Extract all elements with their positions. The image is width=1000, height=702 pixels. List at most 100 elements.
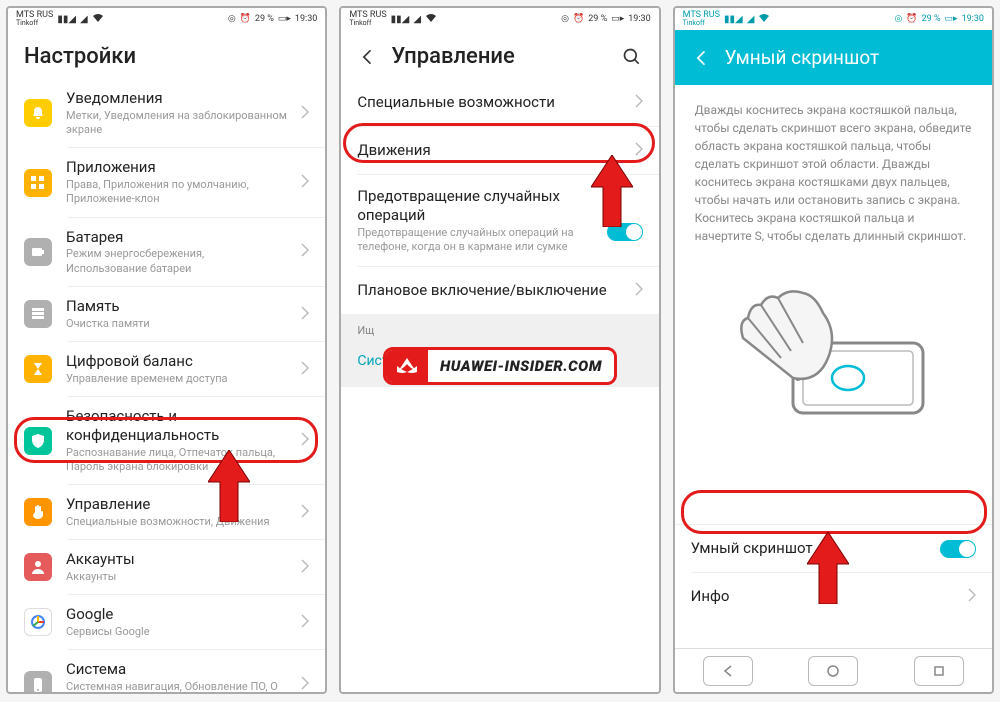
back-icon[interactable] (357, 46, 379, 68)
watermark: HUAWEI-INSIDER.COM (383, 347, 617, 385)
item-title: Батарея (66, 228, 287, 247)
settings-item-hand[interactable]: Управление Специальные возможности, Движ… (8, 485, 325, 539)
nfc-icon: ◎ (228, 14, 236, 24)
back-icon[interactable] (691, 47, 713, 69)
search-icon[interactable] (621, 46, 643, 68)
settings-item-battery[interactable]: Батарея Режим энергосбережения, Использо… (8, 218, 325, 286)
chevron-right-icon (968, 587, 976, 606)
item-sub: Распознавание лица, Отпечаток пальца, Па… (66, 446, 287, 475)
settings-item-storage[interactable]: Память Очистка памяти (8, 287, 325, 341)
signal-icon-2: ◢ (747, 14, 755, 25)
nav-home-button[interactable] (808, 656, 858, 686)
control-list[interactable]: Специальные возможности Движения Предотв… (341, 79, 658, 692)
battery-pct: 29 % (922, 14, 941, 24)
more-label: Ищ (341, 314, 658, 341)
description-text: Дважды коснитесь экрана костяшкой пальца… (675, 85, 992, 261)
item-title: Движения (357, 141, 620, 160)
android-nav-bar (675, 648, 992, 692)
item-title: Плановое включение/выключение (357, 281, 620, 300)
grid-icon (24, 169, 52, 197)
alarm-icon: ⏰ (906, 14, 917, 24)
watermark-text: HUAWEI-INSIDER.COM (428, 357, 614, 375)
hand-icon (24, 498, 52, 526)
wifi-icon (425, 13, 437, 26)
signal-icon: ▮▮◢ (57, 14, 76, 25)
item-title: Уведомления (66, 89, 287, 108)
item-sub: Режим энергосбережения, Использование ба… (66, 247, 287, 276)
settings-item-shield[interactable]: Безопасность и конфиденциальность Распоз… (8, 397, 325, 484)
huawei-logo-icon (386, 350, 428, 382)
settings-item-user[interactable]: Аккаунты Аккаунты (8, 540, 325, 594)
item-title: Память (66, 297, 287, 316)
battery-icon (24, 238, 52, 266)
clock: 19:30 (962, 14, 984, 24)
item-sub: Системная навигация, Обновление ПО, О те… (66, 680, 287, 692)
header: Умный скриншот (675, 30, 992, 85)
shield-icon (24, 427, 52, 455)
item-sub: Аккаунты (66, 570, 287, 584)
settings-item-google[interactable]: Google Сервисы Google (8, 595, 325, 649)
item-info[interactable]: Инфо (675, 573, 992, 620)
item-title: Безопасность и конфиденциальность (66, 407, 287, 445)
chevron-right-icon (301, 431, 309, 450)
info-label: Инфо (691, 587, 954, 606)
chevron-right-icon (635, 281, 643, 300)
settings-item-phone[interactable]: Система Системная навигация, Обновление … (8, 650, 325, 692)
chevron-right-icon (301, 558, 309, 577)
page-title: Настройки (24, 44, 309, 69)
phone-icon (24, 671, 52, 692)
signal-icon-2: ◢ (413, 14, 421, 25)
alarm-icon: ⏰ (240, 14, 251, 24)
phone-smart-screenshot: MTS RUSTinkoff ▮▮◢ ◢ ◎ ⏰ 29 % ▭▸ 19:30 У… (673, 6, 994, 694)
phone-settings: MTS RUSTinkoff ▮▮◢ ◢ ◎ ⏰ 29 % ▭▸ 19:30 Н… (6, 6, 327, 694)
chevron-right-icon (301, 360, 309, 379)
item-scheduled-power[interactable]: Плановое включение/выключение (341, 267, 658, 314)
battery-icon: ▭▸ (278, 14, 291, 24)
toggle-smart-screenshot[interactable]: Умный скриншот (675, 524, 992, 572)
item-accessibility[interactable]: Специальные возможности (341, 79, 658, 126)
header: Управление (341, 30, 658, 79)
alarm-icon: ⏰ (573, 14, 584, 24)
item-motions[interactable]: Движения (341, 127, 658, 174)
chevron-right-icon (635, 93, 643, 112)
hourglass-icon (24, 355, 52, 383)
battery-icon: ▭▸ (945, 14, 958, 24)
settings-item-hourglass[interactable]: Цифровой баланс Управление временем дост… (8, 342, 325, 396)
page-title: Управление (391, 44, 608, 69)
battery-pct: 29 % (588, 14, 607, 24)
settings-item-bell[interactable]: Уведомления Метки, Уведомления на заблок… (8, 79, 325, 147)
nfc-icon: ◎ (561, 14, 569, 24)
chevron-right-icon (301, 104, 309, 123)
nfc-icon: ◎ (895, 14, 903, 24)
settings-item-grid[interactable]: Приложения Права, Приложения по умолчани… (8, 148, 325, 216)
status-bar: MTS RUSTinkoff ▮▮◢ ◢ ◎ ⏰ 29 % ▭▸ 19:30 (341, 8, 658, 30)
chevron-right-icon (301, 173, 309, 192)
battery-pct: 29 % (255, 14, 274, 24)
user-icon (24, 553, 52, 581)
clock: 19:30 (628, 14, 650, 24)
item-title: Система (66, 660, 287, 679)
item-title: Цифровой баланс (66, 352, 287, 371)
toggle-label: Умный скриншот (691, 539, 926, 558)
toggle-switch[interactable] (940, 540, 976, 558)
item-prevent-accidental[interactable]: Предотвращение случайных операций Предот… (341, 175, 658, 266)
google-icon (24, 608, 52, 636)
carrier-sub: Tinkoff (683, 20, 720, 27)
nav-recent-button[interactable] (914, 656, 964, 686)
item-title: Аккаунты (66, 550, 287, 569)
nav-back-button[interactable] (703, 656, 753, 686)
status-bar: MTS RUSTinkoff ▮▮◢ ◢ ◎ ⏰ 29 % ▭▸ 19:30 (675, 8, 992, 30)
item-title: Google (66, 605, 287, 624)
item-sub: Права, Приложения по умолчанию, Приложен… (66, 178, 287, 207)
signal-icon: ▮▮◢ (391, 14, 410, 25)
wifi-icon (92, 13, 104, 26)
settings-list[interactable]: Уведомления Метки, Уведомления на заблок… (8, 79, 325, 692)
item-title: Управление (66, 495, 287, 514)
carrier-sub: Tinkoff (16, 20, 53, 27)
carrier-sub: Tinkoff (349, 20, 386, 27)
chevron-right-icon (635, 141, 643, 160)
knuckle-illustration (675, 261, 992, 453)
item-title: Предотвращение случайных операций (357, 187, 577, 225)
wifi-icon (758, 13, 770, 26)
toggle-switch[interactable] (607, 223, 643, 241)
